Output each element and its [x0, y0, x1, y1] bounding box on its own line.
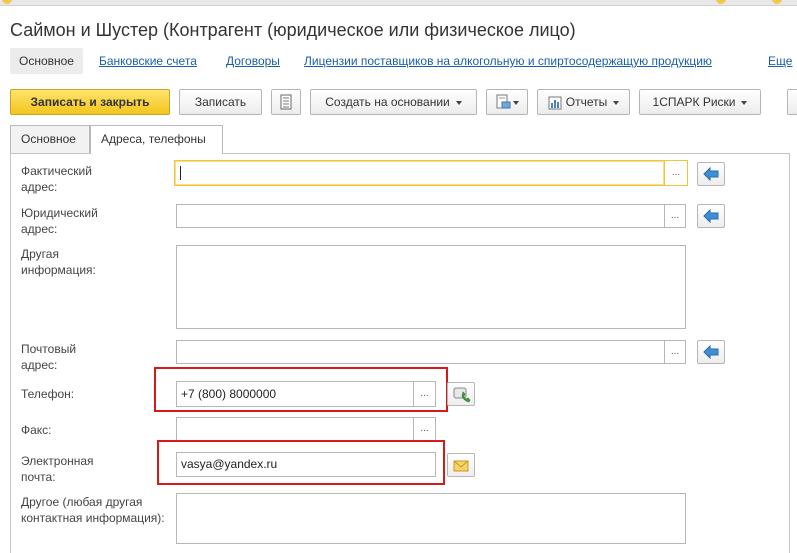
- actual-address-label-line2: адрес:: [21, 180, 58, 194]
- app-icon: [2, 0, 12, 4]
- save-button[interactable]: Записать: [179, 89, 262, 115]
- reports-button[interactable]: Отчеты: [537, 89, 630, 115]
- actual-address-input[interactable]: [174, 160, 665, 186]
- postal-address-label: Почтовый адрес:: [21, 341, 76, 373]
- actual-address-label: Фактический адрес:: [21, 163, 92, 195]
- legal-address-arrow-button[interactable]: [697, 204, 725, 228]
- other-contact-textarea[interactable]: [176, 493, 686, 544]
- more-actions-button[interactable]: [787, 89, 797, 115]
- nav-link-bank-accounts[interactable]: Банковские счета: [99, 48, 197, 74]
- envelope-icon: [453, 460, 469, 472]
- nav-link-licenses[interactable]: Лицензии поставщиков на алкогольную и сп…: [304, 48, 712, 74]
- window-icon: [716, 0, 726, 4]
- postal-address-label-line1: Почтовый: [21, 342, 77, 356]
- other-info-label-line1: Другая: [21, 247, 59, 261]
- nav-tab-main[interactable]: Основное: [10, 48, 83, 74]
- phone-call-button[interactable]: [447, 382, 475, 406]
- actual-address-label-line1: Фактический: [21, 164, 92, 178]
- spark-risks-button[interactable]: 1СПАРК Риски: [639, 89, 761, 115]
- legal-address-select-button[interactable]: ...: [664, 204, 686, 228]
- arrow-left-icon: [703, 345, 719, 359]
- phone-input[interactable]: +7 (800) 8000000: [176, 381, 414, 407]
- arrow-left-icon: [703, 209, 719, 223]
- save-and-close-button[interactable]: Записать и закрыть: [10, 89, 170, 115]
- actual-address-arrow-button[interactable]: [697, 162, 725, 186]
- tab-main[interactable]: Основное: [10, 125, 90, 153]
- reports-label: Отчеты: [565, 95, 608, 109]
- other-info-label-line2: информация:: [21, 263, 96, 277]
- other-info-label: Другая информация:: [21, 246, 96, 278]
- chevron-down-icon: [455, 100, 462, 105]
- create-based-on-label: Создать на основании: [325, 95, 450, 109]
- fax-input[interactable]: [176, 417, 414, 441]
- text-cursor: [180, 166, 181, 180]
- tab-addresses-phones[interactable]: Адреса, телефоны: [90, 125, 223, 154]
- chevron-down-icon: [741, 100, 748, 105]
- arrow-left-icon: [703, 167, 719, 181]
- other-contact-label-line2: контактная информация):: [21, 511, 165, 525]
- window-icon: [772, 0, 782, 4]
- email-input[interactable]: vasya@yandex.ru: [176, 452, 436, 477]
- legal-address-label: Юридический адрес:: [21, 205, 98, 237]
- other-info-textarea[interactable]: [176, 245, 686, 329]
- email-label-line1: Электронная: [21, 454, 94, 468]
- nav-link-more[interactable]: Еще: [768, 48, 792, 74]
- chevron-down-icon: [613, 100, 620, 105]
- legal-address-input[interactable]: [176, 204, 665, 228]
- fax-select-button[interactable]: ...: [413, 417, 436, 441]
- postal-address-label-line2: адрес:: [21, 358, 58, 372]
- email-label-line2: почта:: [21, 470, 56, 484]
- page-title: Саймон и Шустер (Контрагент (юридическое…: [10, 20, 576, 40]
- phone-call-icon: [453, 387, 471, 403]
- other-contact-label-line1: Другое (любая другая: [21, 495, 143, 509]
- phone-label: Телефон:: [21, 387, 75, 401]
- postal-address-select-button[interactable]: ...: [664, 340, 686, 364]
- legal-address-label-line2: адрес:: [21, 222, 58, 236]
- postal-address-arrow-button[interactable]: [697, 340, 725, 364]
- legal-address-label-line1: Юридический: [21, 206, 98, 220]
- send-email-button[interactable]: [447, 453, 475, 477]
- reports-icon: [548, 96, 562, 110]
- actual-address-select-button[interactable]: ...: [664, 160, 688, 186]
- other-contact-label: Другое (любая другая контактная информац…: [21, 494, 165, 526]
- spark-risks-label: 1СПАРК Риски: [652, 95, 736, 109]
- create-based-on-button[interactable]: Создать на основании: [310, 89, 477, 115]
- chevron-down-icon: [513, 100, 519, 105]
- phone-select-button[interactable]: ...: [413, 381, 436, 407]
- nav-link-contracts[interactable]: Договоры: [226, 48, 280, 74]
- document-list-icon: [280, 94, 292, 110]
- window-top-strip: [0, 0, 797, 6]
- print-document-icon: [496, 94, 511, 109]
- postal-address-input[interactable]: [176, 340, 665, 364]
- document-list-button[interactable]: [271, 89, 301, 115]
- fax-label: Факс:: [21, 423, 52, 437]
- email-label: Электронная почта:: [21, 453, 94, 485]
- print-button[interactable]: [486, 89, 528, 115]
